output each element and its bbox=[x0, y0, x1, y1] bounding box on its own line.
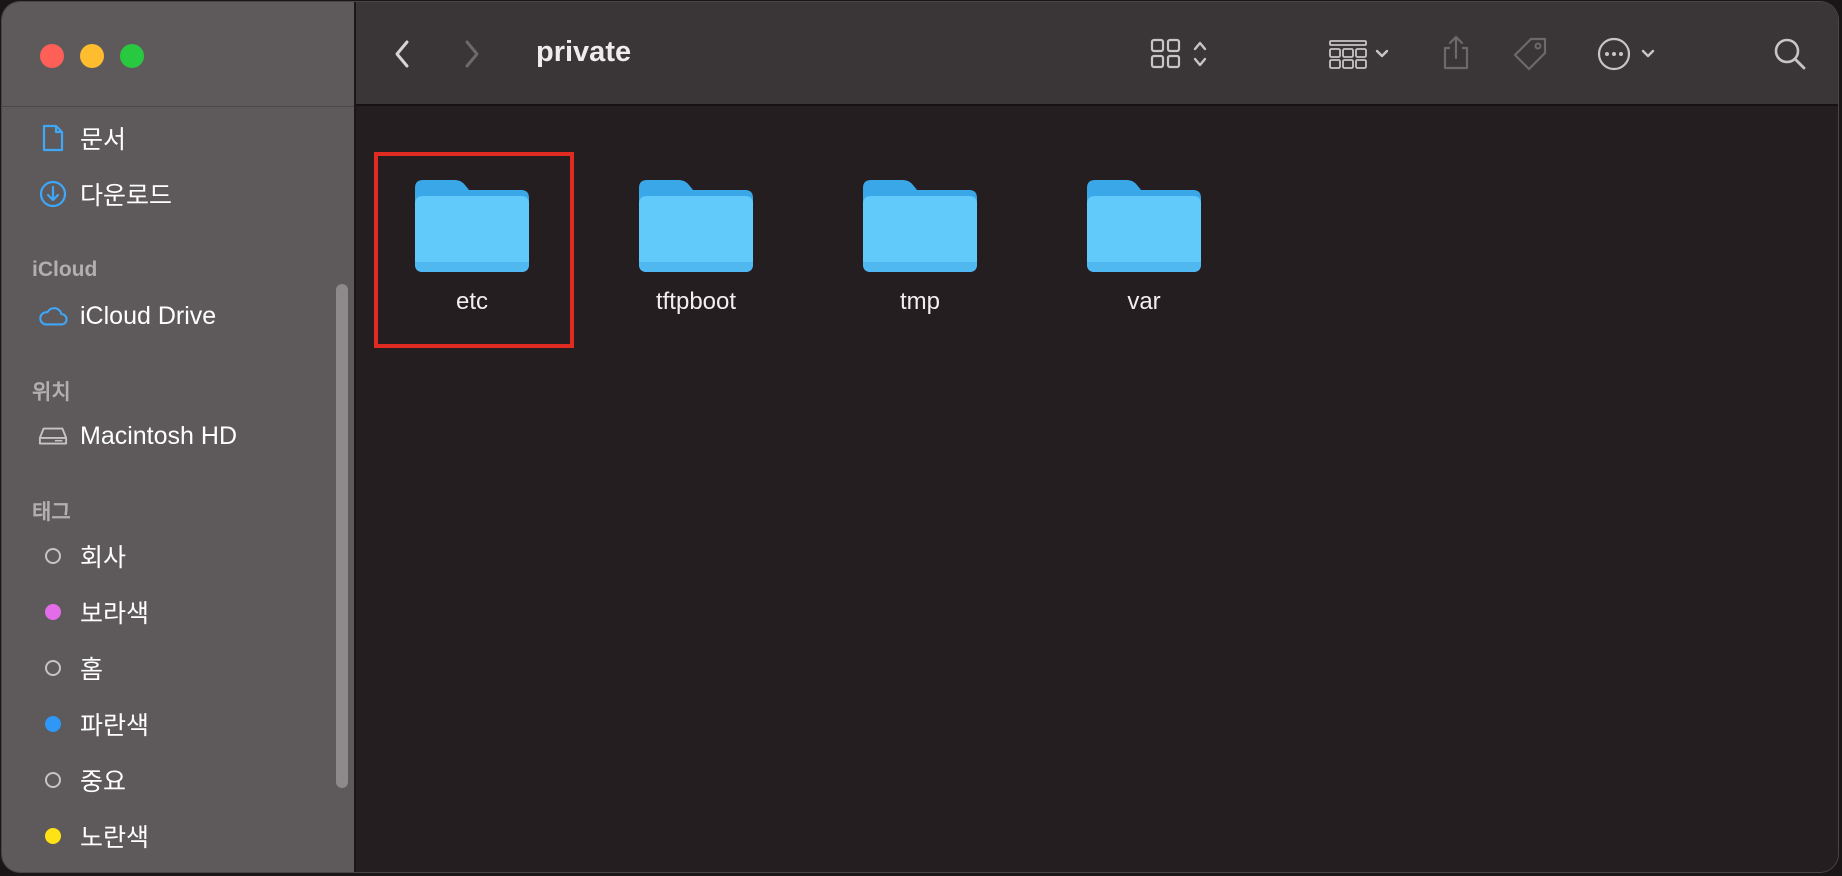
sidebar-item-label: 파란색 bbox=[80, 712, 150, 740]
finder-window: 문서 다운로드 iCloud iCloud Drive 위치 Macintosh… bbox=[2, 2, 1838, 872]
sidebar-tag-blue[interactable]: 파란색 bbox=[38, 704, 149, 744]
folder-label: tmp bbox=[899, 288, 940, 315]
sidebar-item-label: 중요 bbox=[80, 768, 127, 796]
sidebar-item-downloads[interactable]: 다운로드 bbox=[38, 174, 172, 214]
sidebar-divider bbox=[2, 106, 354, 107]
view-options-button[interactable] bbox=[1150, 34, 1222, 74]
sidebar-scrollbar[interactable] bbox=[336, 284, 348, 788]
sidebar-tag-yellow[interactable]: 노란색 bbox=[38, 816, 149, 856]
file-browser-content: etc tftpboot tmp var bbox=[356, 106, 1838, 872]
sidebar-item-macintosh-hd[interactable]: Macintosh HD bbox=[38, 416, 237, 456]
toolbar: private bbox=[356, 2, 1838, 106]
sidebar-heading-tags: 태그 bbox=[32, 501, 71, 524]
sidebar: 문서 다운로드 iCloud iCloud Drive 위치 Macintosh… bbox=[2, 2, 356, 872]
tag-dot-empty bbox=[45, 772, 61, 788]
sidebar-item-label: 홈 bbox=[80, 656, 104, 684]
sidebar-heading-locations: 위치 bbox=[32, 381, 71, 404]
sidebar-tag-home[interactable]: 홈 bbox=[38, 648, 103, 688]
group-by-icon bbox=[1329, 40, 1389, 69]
share-button[interactable] bbox=[1438, 30, 1474, 76]
sidebar-item-label: iCloud Drive bbox=[80, 301, 217, 330]
tag-button[interactable] bbox=[1510, 34, 1550, 74]
window-title: private bbox=[536, 36, 632, 68]
sidebar-item-label: 회사 bbox=[80, 544, 127, 572]
sidebar-item-label: 문서 bbox=[80, 126, 127, 154]
folder-icon bbox=[1087, 180, 1201, 272]
folder-label: var bbox=[1127, 288, 1161, 315]
folder-icon bbox=[639, 180, 753, 272]
maximize-window-button[interactable] bbox=[120, 44, 144, 68]
cloud-icon bbox=[38, 301, 68, 331]
hard-drive-icon bbox=[38, 421, 68, 451]
back-button[interactable] bbox=[386, 34, 418, 74]
sidebar-item-label: 보라색 bbox=[80, 600, 150, 628]
more-actions-button[interactable] bbox=[1596, 34, 1666, 74]
share-icon bbox=[1443, 35, 1469, 70]
search-icon bbox=[1774, 38, 1806, 70]
document-icon bbox=[38, 123, 68, 153]
sidebar-item-label: Macintosh HD bbox=[80, 421, 237, 450]
tag-dot-empty bbox=[45, 660, 61, 676]
group-by-button[interactable] bbox=[1328, 34, 1400, 74]
sidebar-item-label: 노란색 bbox=[80, 824, 150, 852]
ellipsis-circle-icon bbox=[1597, 37, 1655, 71]
tag-dot-yellow bbox=[45, 828, 61, 844]
tag-icon bbox=[1513, 37, 1547, 71]
forward-button[interactable] bbox=[456, 34, 488, 74]
close-window-button[interactable] bbox=[40, 44, 64, 68]
folder-item-tmp[interactable]: tmp bbox=[820, 162, 1020, 358]
sidebar-item-icloud-drive[interactable]: iCloud Drive bbox=[38, 296, 216, 336]
folder-icon bbox=[863, 180, 977, 272]
sidebar-tag-company[interactable]: 회사 bbox=[38, 536, 126, 576]
sidebar-tag-important[interactable]: 중요 bbox=[38, 760, 126, 800]
download-icon bbox=[38, 179, 68, 209]
sidebar-item-label: 다운로드 bbox=[80, 182, 173, 210]
tag-dot-empty bbox=[45, 548, 61, 564]
folder-item-tftpboot[interactable]: tftpboot bbox=[596, 162, 796, 358]
minimize-window-button[interactable] bbox=[80, 44, 104, 68]
chevron-right-icon bbox=[465, 40, 479, 68]
search-button[interactable] bbox=[1770, 34, 1810, 74]
tag-dot-blue bbox=[45, 716, 61, 732]
folder-item-var[interactable]: var bbox=[1044, 162, 1244, 358]
chevron-left-icon bbox=[395, 40, 409, 68]
folder-label: tftpboot bbox=[655, 288, 737, 315]
highlight-box bbox=[374, 152, 574, 348]
grid-view-icon bbox=[1150, 38, 1207, 69]
tag-dot-purple bbox=[45, 604, 61, 620]
sidebar-tag-purple[interactable]: 보라색 bbox=[38, 592, 149, 632]
sidebar-item-documents[interactable]: 문서 bbox=[38, 118, 126, 158]
sidebar-heading-icloud: iCloud bbox=[32, 258, 98, 281]
